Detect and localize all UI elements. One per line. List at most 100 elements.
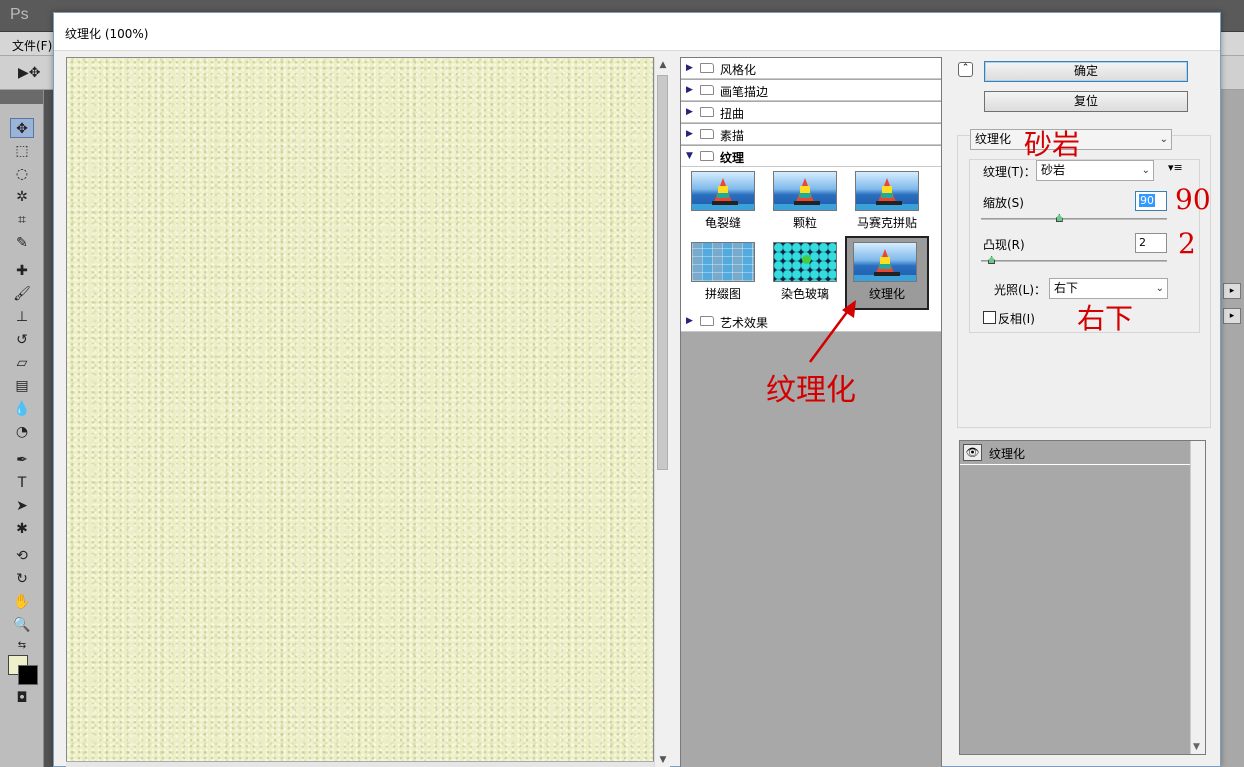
- gradient-tool-icon[interactable]: ▤: [10, 376, 34, 396]
- folder-open-icon: [700, 151, 714, 161]
- annotation-filter: 纹理化: [766, 373, 856, 408]
- filter-select-value: 纹理化: [975, 132, 1012, 146]
- brush-tool-icon[interactable]: 🖌: [10, 284, 34, 304]
- scale-label: 缩放(S): [983, 196, 1024, 210]
- stamp-tool-icon[interactable]: ⊥: [10, 307, 34, 327]
- light-select[interactable]: 右下 ⌄: [1049, 278, 1168, 299]
- 3d-rotate-icon[interactable]: ⟲: [10, 546, 34, 566]
- relief-slider[interactable]: [981, 256, 1167, 264]
- panel-dock-edge: ▸ ▸: [1221, 90, 1244, 767]
- expand-arrow-icon: ▶: [686, 129, 693, 139]
- category-distort[interactable]: ▶ 扭曲: [681, 102, 941, 123]
- move-tool-icon[interactable]: ▶✥: [18, 65, 41, 81]
- effect-layer-name: 纹理化: [989, 447, 1026, 461]
- 3d-orbit-icon[interactable]: ↻: [10, 569, 34, 589]
- texture-menu-icon[interactable]: ▾≡: [1168, 161, 1183, 174]
- category-brush-strokes[interactable]: ▶ 画笔描边: [681, 80, 941, 101]
- thumb-grain[interactable]: 颗粒: [767, 167, 847, 237]
- category-label: 素描: [720, 129, 745, 143]
- thumb-mosaic-tiles[interactable]: 马赛克拼贴: [849, 167, 929, 237]
- chevron-down-icon: ⌄: [1159, 134, 1168, 145]
- category-texture[interactable]: ▼ 纹理: [681, 146, 941, 167]
- thumb-craquelure[interactable]: 龟裂缝: [685, 167, 765, 237]
- category-label: 纹理: [720, 151, 745, 165]
- quick-mask-icon[interactable]: ◘: [10, 688, 34, 708]
- dialog-title: 纹理化 (100%): [65, 27, 149, 41]
- relief-value: 2: [1139, 236, 1146, 249]
- folder-icon: [700, 129, 714, 139]
- light-select-value: 右下: [1054, 281, 1079, 295]
- path-select-icon[interactable]: ➤: [10, 496, 34, 516]
- marquee-tool-icon[interactable]: ⬚: [10, 141, 34, 161]
- scale-slider[interactable]: [981, 214, 1167, 222]
- scroll-up-icon[interactable]: ▲: [657, 60, 669, 70]
- magic-wand-icon[interactable]: ✲: [10, 187, 34, 207]
- thumb-label: 马赛克拼贴: [856, 216, 917, 230]
- thumb-patchwork[interactable]: 拼缀图: [685, 238, 765, 308]
- scroll-down-icon[interactable]: ▼: [1193, 742, 1200, 752]
- reset-button[interactable]: 复位: [984, 91, 1188, 112]
- light-label: 光照(L)：: [994, 283, 1047, 297]
- folder-icon: [700, 107, 714, 117]
- chevron-down-icon: ⌄: [1155, 283, 1164, 294]
- swap-colors-icon[interactable]: ⇆: [10, 636, 34, 656]
- thumbnail-image: [691, 242, 755, 282]
- relief-label: 凸现(R): [983, 238, 1025, 252]
- background-color[interactable]: [18, 665, 38, 685]
- crop-tool-icon[interactable]: ⌗: [10, 210, 34, 230]
- lasso-tool-icon[interactable]: ◌: [10, 164, 34, 184]
- texture-thumbnails: 龟裂缝 颗粒 马赛克拼贴 拼缀图 染色玻璃 纹理化: [681, 167, 941, 311]
- category-label: 扭曲: [720, 107, 745, 121]
- expand-arrow-icon: ▶: [686, 107, 693, 117]
- category-stylize[interactable]: ▶ 风格化: [681, 58, 941, 79]
- shape-tool-icon[interactable]: ✱: [10, 519, 34, 539]
- thumbnail-image: [855, 171, 919, 211]
- zoom-bar[interactable]: [66, 761, 654, 767]
- relief-input[interactable]: 2: [1135, 233, 1167, 253]
- annotation-light: 右下: [1077, 302, 1134, 335]
- menu-file[interactable]: 文件(F): [12, 37, 52, 54]
- ok-button[interactable]: 确定: [984, 61, 1188, 82]
- texture-select[interactable]: 砂岩 ⌄: [1036, 160, 1154, 181]
- collapse-gallery-icon[interactable]: ⌃: [958, 62, 973, 77]
- thumb-label: 颗粒: [792, 216, 817, 230]
- expand-arrow-icon: ▶: [686, 316, 693, 326]
- panel-expand-icon[interactable]: ▸: [1223, 308, 1241, 324]
- filter-gallery-dialog: 纹理化 (100%) ▲ ▼ ▶ 风格化 ▶ 画笔描边 ▶ 扭曲 ▶ 素描 ▼: [53, 12, 1221, 767]
- collapse-arrow-icon: ▼: [686, 151, 693, 161]
- invert-label: 反相(I): [998, 312, 1035, 326]
- eye-icon[interactable]: 👁: [963, 444, 982, 461]
- scale-input[interactable]: 90: [1135, 191, 1167, 211]
- history-brush-icon[interactable]: ↺: [10, 330, 34, 350]
- folder-icon: [700, 85, 714, 95]
- zoom-tool-icon[interactable]: 🔍: [10, 615, 34, 635]
- eraser-tool-icon[interactable]: ▱: [10, 353, 34, 373]
- blur-tool-icon[interactable]: 💧: [10, 399, 34, 419]
- chevron-down-icon: ⌄: [1141, 165, 1150, 176]
- dodge-tool-icon[interactable]: ◔: [10, 422, 34, 442]
- panel-expand-icon[interactable]: ▸: [1223, 283, 1241, 299]
- layers-scrollbar[interactable]: ▼: [1190, 441, 1205, 754]
- healing-brush-icon[interactable]: ✚: [10, 261, 34, 281]
- scale-value: 90: [1139, 194, 1155, 207]
- pen-tool-icon[interactable]: ✒: [10, 450, 34, 470]
- invert-checkbox[interactable]: [983, 311, 996, 324]
- annotation-relief: 2: [1178, 227, 1196, 260]
- hand-tool-icon[interactable]: ✋: [10, 592, 34, 612]
- thumbnail-image: [853, 242, 917, 282]
- scroll-thumb[interactable]: [657, 75, 668, 470]
- thumbnail-image: [773, 171, 837, 211]
- preview-canvas[interactable]: [66, 57, 654, 767]
- app-logo: Ps: [10, 6, 29, 23]
- filter-gallery: ▶ 风格化 ▶ 画笔描边 ▶ 扭曲 ▶ 素描 ▼ 纹理 龟裂缝 颗粒 马赛克拼贴…: [680, 57, 942, 767]
- category-sketch[interactable]: ▶ 素描: [681, 124, 941, 145]
- category-label: 风格化: [720, 63, 757, 77]
- preview-scrollbar[interactable]: ▲ ▼: [654, 57, 670, 767]
- eyedropper-icon[interactable]: ✎: [10, 233, 34, 253]
- texture-label: 纹理(T)：: [983, 165, 1036, 179]
- move-tool-icon[interactable]: ✥: [10, 118, 34, 138]
- scroll-down-icon[interactable]: ▼: [657, 755, 669, 765]
- type-tool-icon[interactable]: T: [10, 473, 34, 493]
- effect-layer-row[interactable]: 👁 纹理化: [960, 441, 1190, 465]
- dialog-title-bar: 纹理化 (100%): [54, 13, 1220, 51]
